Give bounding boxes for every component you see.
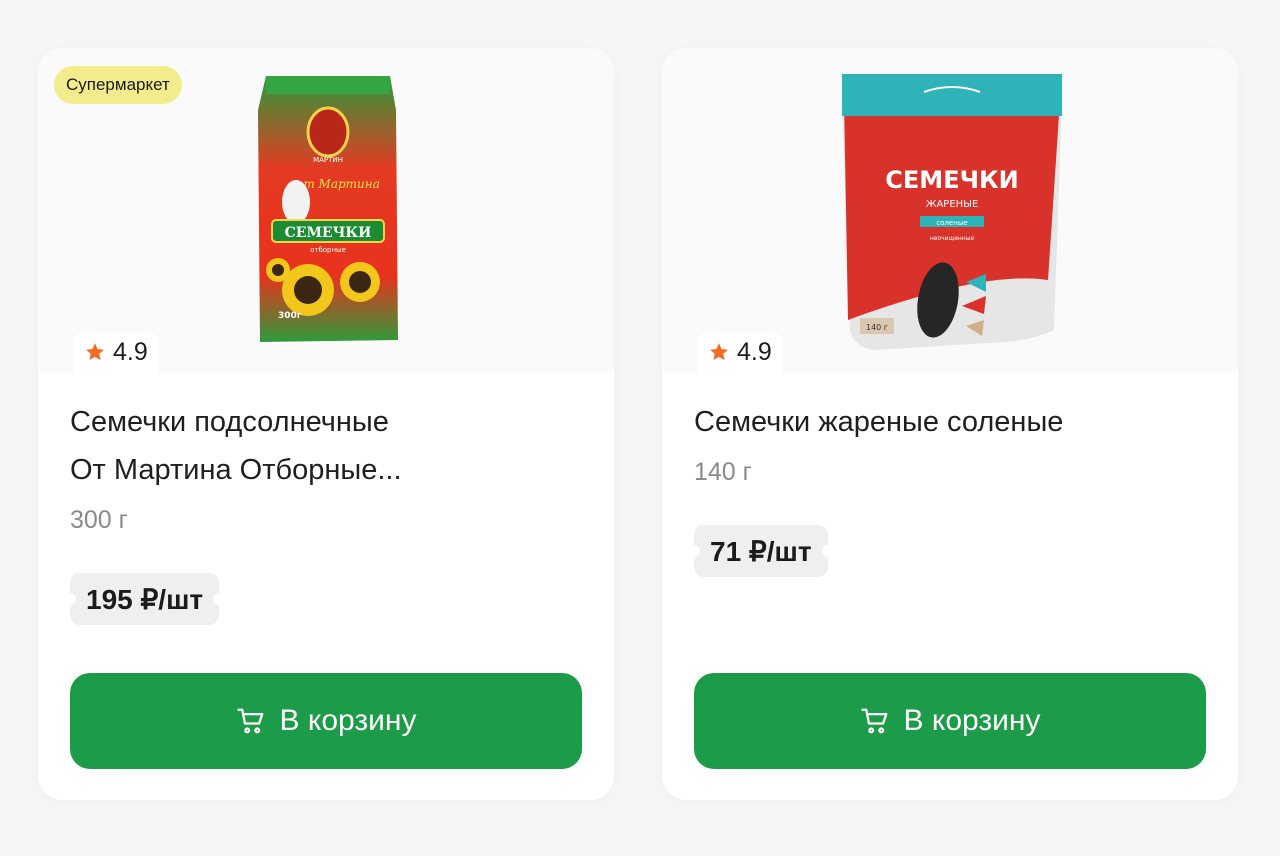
add-to-cart-label: В корзину: [279, 704, 417, 737]
add-to-cart-label: В корзину: [903, 704, 1041, 737]
star-icon: [86, 343, 104, 361]
product-card[interactable]: МАРТИН от Мартина СЕМЕЧКИ отборные 300г …: [38, 48, 614, 800]
package-sub-text: неочищенные: [930, 235, 975, 242]
rating: 4.9: [698, 332, 782, 372]
product-image: МАРТИН от Мартина СЕМЕЧКИ отборные 300г: [258, 76, 398, 342]
rating: 4.9: [74, 332, 158, 372]
star-icon: [710, 343, 728, 361]
add-to-cart-button[interactable]: В корзину: [694, 673, 1206, 769]
product-title-line: Семечки подсолнечные: [70, 406, 389, 438]
package-weight-text: 300г: [278, 311, 302, 321]
product-price: 71 ₽/шт: [688, 525, 834, 577]
rating-value: 4.9: [113, 337, 148, 366]
package-weight-text: 140 г: [866, 323, 888, 332]
product-image-area[interactable]: МАРТИН от Мартина СЕМЕЧКИ отборные 300г …: [38, 48, 614, 372]
product-image-area[interactable]: СЕМЕЧКИ ЖАРЕНЫЕ соленые неочищенные 140 …: [662, 48, 1238, 372]
product-weight: 300 г: [70, 506, 128, 534]
package-script-text: от Мартина: [296, 177, 380, 191]
package-brand-text: МАРТИН: [313, 156, 343, 164]
rating-value: 4.9: [737, 337, 772, 366]
package-sub-text: отборные: [310, 246, 346, 254]
cart-icon: [236, 708, 263, 734]
product-title[interactable]: Семечки жареные соленые: [694, 398, 1214, 446]
product-title-line: От Мартина Отборные...: [70, 454, 402, 486]
store-badge: Супермаркет: [54, 66, 182, 104]
cart-icon: [860, 708, 887, 734]
product-card[interactable]: СЕМЕЧКИ ЖАРЕНЫЕ соленые неочищенные 140 …: [662, 48, 1238, 800]
product-title-line: Семечки жареные соленые: [694, 406, 1064, 438]
page: МАРТИН от Мартина СЕМЕЧКИ отборные 300г …: [0, 0, 1280, 856]
package-sub-text: соленые: [936, 219, 967, 227]
add-to-cart-button[interactable]: В корзину: [70, 673, 582, 769]
package-name-text: СЕМЕЧКИ: [285, 225, 372, 241]
product-weight: 140 г: [694, 458, 752, 486]
package-sub-text: ЖАРЕНЫЕ: [926, 199, 979, 210]
product-title[interactable]: Семечки подсолнечные От Мартина Отборные…: [70, 398, 590, 494]
package-name-text: СЕМЕЧКИ: [885, 166, 1018, 194]
product-image: СЕМЕЧКИ ЖАРЕНЫЕ соленые неочищенные 140 …: [842, 74, 1062, 350]
product-price: 195 ₽/шт: [63, 573, 226, 625]
